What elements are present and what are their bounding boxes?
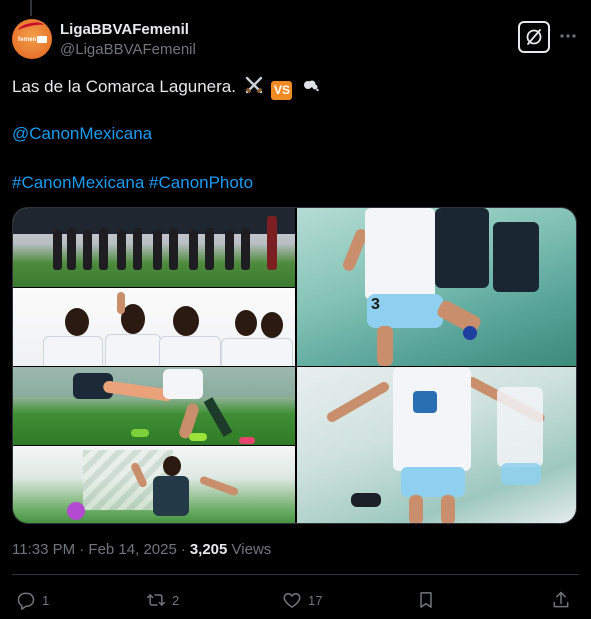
- player-leg: [53, 230, 62, 270]
- player-jersey: [365, 208, 435, 300]
- views-label: Views: [231, 541, 272, 558]
- hashtag-link[interactable]: #CanonPhoto: [149, 173, 253, 192]
- player-leg: [133, 228, 142, 270]
- photo-player-number-3[interactable]: 3: [297, 208, 576, 366]
- dash-cloud-icon: [300, 75, 320, 102]
- post-text-line-3: #CanonMexicana #CanonPhoto: [12, 171, 253, 195]
- player-leg: [409, 495, 423, 523]
- post-sentence: Las de la Comarca Lagunera.: [12, 77, 236, 96]
- club-crest-graphic: [413, 391, 437, 413]
- player-jersey: [393, 367, 471, 471]
- post-metadata: 11:33 PM · Feb 14, 2025 · 3,205 Views: [12, 541, 271, 558]
- opponent-jersey: [493, 222, 539, 292]
- cleat: [131, 429, 149, 437]
- divider: [12, 574, 579, 575]
- photo-player-celebration[interactable]: [297, 367, 576, 523]
- views-count: 3,205: [189, 541, 228, 558]
- repost-count: 2: [172, 592, 180, 608]
- crossed-swords-icon: [244, 75, 264, 102]
- repost-button[interactable]: 2: [146, 590, 179, 610]
- like-button[interactable]: 17: [282, 590, 322, 610]
- player-head: [65, 308, 89, 336]
- player-leg: [67, 228, 76, 270]
- grok-icon: [526, 29, 542, 45]
- post-timestamp[interactable]: 11:33 PM · Feb 14, 2025: [12, 541, 177, 558]
- player-leg: [267, 216, 277, 270]
- player-leg: [441, 495, 455, 523]
- logo-swoosh-icon: [17, 20, 45, 36]
- player-leg: [117, 230, 126, 270]
- player-jersey: [163, 369, 203, 399]
- author-display-name[interactable]: LigaBBVAFemenil: [60, 21, 189, 38]
- soccer-ball: [67, 502, 85, 520]
- bookmark-icon: [420, 592, 432, 608]
- player-leg: [205, 228, 214, 270]
- logo-badge-icon: [37, 36, 47, 43]
- player-arm: [198, 475, 240, 497]
- player-leg: [203, 397, 233, 437]
- player-head: [173, 306, 199, 336]
- player-arm: [117, 292, 125, 314]
- grok-button[interactable]: [518, 21, 550, 53]
- player-leg: [153, 230, 162, 270]
- photo-player-dribble[interactable]: [13, 446, 295, 523]
- bookmark-button[interactable]: [416, 590, 436, 610]
- player-head: [261, 312, 283, 338]
- hashtag-link[interactable]: #CanonMexicana: [12, 173, 144, 192]
- more-options-button[interactable]: [557, 23, 579, 49]
- reply-icon: [17, 592, 35, 610]
- mention-link[interactable]: @CanonMexicana: [12, 124, 152, 143]
- photo-team-lineup[interactable]: [13, 208, 295, 287]
- share-button[interactable]: [551, 590, 571, 610]
- player-leg: [169, 228, 178, 270]
- thread-connector-line: [30, 0, 32, 16]
- more-icon: [560, 34, 576, 38]
- cleat: [189, 433, 207, 441]
- player-jersey: [105, 334, 161, 366]
- jersey-number-graphic: 3: [371, 296, 380, 313]
- player-leg: [99, 228, 108, 270]
- player-leg: [241, 228, 250, 270]
- player-leg: [377, 326, 393, 366]
- player-leg: [225, 230, 234, 270]
- repost-icon: [146, 594, 166, 606]
- photo-team-celebration[interactable]: [13, 288, 295, 366]
- player-jersey: [43, 336, 103, 366]
- player-jersey: [153, 476, 189, 516]
- author-handle[interactable]: @LigaBBVAFemenil: [60, 41, 196, 58]
- post-header: femenil LigaBBVAFemenil @LigaBBVAFemenil: [12, 19, 579, 63]
- teammate-jersey: [497, 387, 543, 467]
- player-leg: [83, 230, 92, 270]
- media-grid: 3: [12, 207, 577, 524]
- avatar[interactable]: femenil: [12, 19, 52, 59]
- vs-badge-icon: VS: [271, 81, 293, 100]
- meta-separator: ·: [180, 541, 186, 558]
- player-arm: [325, 380, 391, 424]
- cleat: [351, 493, 381, 507]
- player-head: [235, 310, 257, 336]
- share-icon: [553, 591, 569, 608]
- teammate-shorts: [501, 463, 541, 485]
- reply-count: 1: [42, 592, 50, 608]
- photo-match-action[interactable]: [13, 367, 295, 445]
- action-bar: 1 2 17: [12, 586, 579, 619]
- opponent-jersey: [435, 208, 489, 288]
- knee-tape: [463, 326, 477, 340]
- player-leg: [189, 230, 198, 270]
- player-head: [163, 456, 181, 476]
- post-text-line-2: @CanonMexicana: [12, 122, 152, 146]
- player-jersey: [159, 336, 221, 366]
- player-shorts: [401, 467, 465, 497]
- heart-icon: [283, 593, 301, 608]
- post-text-line-1: Las de la Comarca Lagunera. VS: [12, 75, 320, 102]
- reply-button[interactable]: 1: [16, 590, 49, 610]
- like-count: 17: [308, 592, 323, 608]
- player-jersey: [221, 338, 293, 366]
- cleat: [239, 437, 255, 444]
